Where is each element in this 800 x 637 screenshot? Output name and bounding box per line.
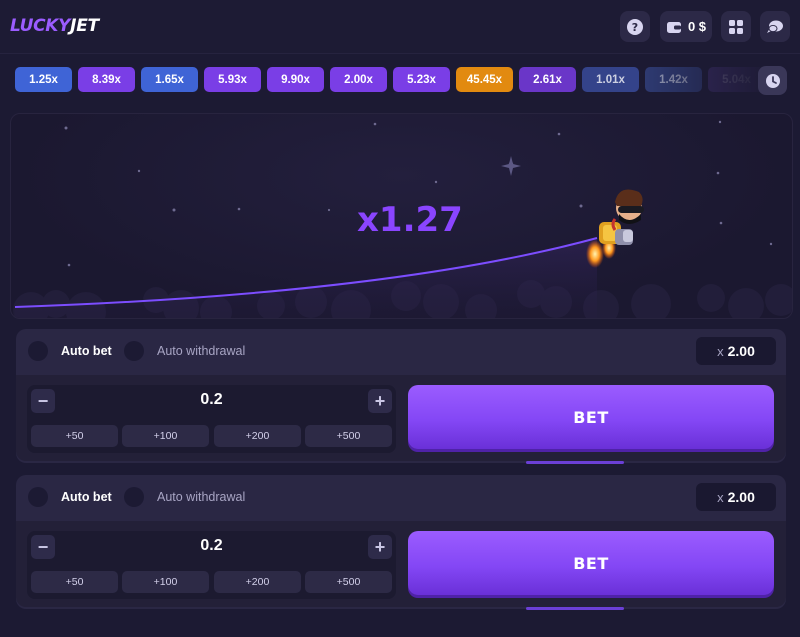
chat-button[interactable] xyxy=(760,11,790,42)
history-chip: 5.93x xyxy=(204,67,261,92)
increase-stake-button[interactable]: + xyxy=(368,535,392,559)
history-chip: 5.04x xyxy=(708,67,765,92)
stake-value[interactable]: 0.2 xyxy=(27,391,396,409)
bet-panel-indicator xyxy=(526,607,624,610)
history-chip: 5.23x xyxy=(393,67,450,92)
history-chip: 9.90x xyxy=(267,67,324,92)
bet-panel: Auto bet Auto withdrawal x 2.00 − 0.2 + … xyxy=(16,475,786,609)
auto-cashout-input[interactable]: x 2.00 xyxy=(696,337,776,365)
balance-value: 0 $ xyxy=(687,19,707,34)
auto-cashout-input[interactable]: x 2.00 xyxy=(696,483,776,511)
stake-value[interactable]: 0.2 xyxy=(27,537,396,555)
multiplier-history: 1.25x 8.39x 1.65x 5.93x 9.90x 2.00x 5.23x 45.45… xyxy=(0,54,800,106)
menu-button[interactable] xyxy=(721,11,751,42)
auto-withdrawal-label: Auto withdrawal xyxy=(157,490,246,504)
auto-cashout-value: 2.00 xyxy=(727,489,755,505)
help-icon: ? xyxy=(627,18,643,35)
wallet-icon xyxy=(666,21,681,33)
auto-bet-toggle[interactable] xyxy=(28,487,48,507)
history-chip: 2.00x xyxy=(330,67,387,92)
quick-stake-500[interactable]: +500 xyxy=(305,571,392,593)
balance-button[interactable]: 0 $ xyxy=(660,11,712,42)
quick-stake-100[interactable]: +100 xyxy=(122,571,209,593)
top-bar: LUCKYJET ? 0 $ xyxy=(0,0,800,54)
stake-input-group: − 0.2 + +50 +100 +200 +500 xyxy=(27,385,396,453)
stake-input-group: − 0.2 + +50 +100 +200 +500 xyxy=(27,531,396,599)
auto-cashout-value: 2.00 xyxy=(727,343,755,359)
auto-bet-toggle[interactable] xyxy=(28,341,48,361)
history-chip: 1.25x xyxy=(15,67,72,92)
svg-text:?: ? xyxy=(632,21,638,34)
menu-grid-icon xyxy=(729,19,743,34)
game-canvas: x1.27 xyxy=(10,113,793,319)
bet-button[interactable]: BET xyxy=(408,385,774,449)
bet-options-row: Auto bet Auto withdrawal x 2.00 xyxy=(16,475,786,519)
auto-bet-label: Auto bet xyxy=(61,490,112,504)
bet-button[interactable]: BET xyxy=(408,531,774,595)
quick-stake-500[interactable]: +500 xyxy=(305,425,392,447)
bet-panel-indicator xyxy=(526,461,624,464)
auto-withdrawal-label: Auto withdrawal xyxy=(157,344,246,358)
auto-withdrawal-toggle[interactable] xyxy=(124,341,144,361)
bet-panel: Auto bet Auto withdrawal x 2.00 − 0.2 + … xyxy=(16,329,786,463)
auto-bet-label: Auto bet xyxy=(61,344,112,358)
quick-stake-200[interactable]: +200 xyxy=(214,571,301,593)
bet-controls: − 0.2 + +50 +100 +200 +500 BET xyxy=(16,375,786,461)
quick-stake-200[interactable]: +200 xyxy=(214,425,301,447)
auto-withdrawal-toggle[interactable] xyxy=(124,487,144,507)
history-chip: 45.45x xyxy=(456,67,513,92)
jet-character xyxy=(586,189,644,268)
help-button[interactable]: ? xyxy=(620,11,650,42)
history-chip: 8.39x xyxy=(78,67,135,92)
clock-icon xyxy=(765,73,780,88)
stars xyxy=(64,120,773,267)
quick-stake-50[interactable]: +50 xyxy=(31,425,118,447)
history-chip: 1.01x xyxy=(582,67,639,92)
quick-stake-50[interactable]: +50 xyxy=(31,571,118,593)
increase-stake-button[interactable]: + xyxy=(368,389,392,413)
lucky-jet-logo: LUCKYJET xyxy=(10,16,99,36)
history-chip: 2.61x xyxy=(519,67,576,92)
current-multiplier: x1.27 xyxy=(357,200,463,240)
chat-icon xyxy=(767,20,783,33)
history-chip: 1.42x xyxy=(645,67,702,92)
bet-options-row: Auto bet Auto withdrawal x 2.00 xyxy=(16,329,786,373)
bet-controls: − 0.2 + +50 +100 +200 +500 BET xyxy=(16,521,786,607)
history-chip: 1.65x xyxy=(141,67,198,92)
quick-stake-100[interactable]: +100 xyxy=(122,425,209,447)
history-button[interactable] xyxy=(758,66,787,95)
